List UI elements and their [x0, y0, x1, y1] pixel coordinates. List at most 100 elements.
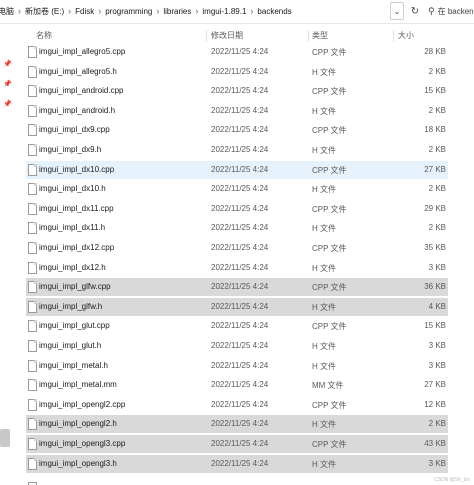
file-row[interactable]: imgui_impl_glut.h 2022/11/25 4:24 H 文件 3 KB: [26, 337, 448, 355]
file-row[interactable]: imgui_impl_metal.mm 2022/11/25 4:24 MM 文件 2…: [26, 376, 448, 394]
file-icon: [28, 65, 37, 78]
chevron-right-icon[interactable]: ›: [66, 6, 73, 16]
file-name: imgui_impl_opengl2.cpp: [39, 399, 126, 409]
file-name: imgui_impl_android.cpp: [39, 86, 124, 96]
file-name: imgui_impl_dx12.cpp: [39, 243, 115, 252]
list-item[interactable]: [26, 480, 448, 485]
file-date: 2022/11/25 4:24: [211, 243, 269, 252]
file-row[interactable]: imgui_impl_dx11.h 2022/11/25 4:24 H 文件 2 KB: [26, 219, 448, 237]
file-size: 2 KB: [428, 419, 446, 429]
file-row[interactable]: imgui_impl_android.cpp 2022/11/25 4:24 CPP…: [26, 82, 448, 100]
file-size: 2 KB: [428, 66, 446, 76]
file-icon: [28, 222, 37, 235]
file-name: imgui_impl_allegro5.cpp: [39, 47, 126, 56]
file-row[interactable]: imgui_impl_dx12.cpp 2022/11/25 4:24 CPP 文件…: [26, 239, 448, 257]
file-row[interactable]: imgui_impl_allegro5.h 2022/11/25 4:24 H 文件…: [26, 63, 448, 81]
file-row[interactable]: imgui_impl_dx12.h 2022/11/25 4:24 H 文件 3 KB: [26, 259, 448, 277]
file-icon: [28, 85, 37, 98]
chevron-right-icon[interactable]: ›: [193, 6, 200, 16]
breadcrumb-item[interactable]: imgui-1.89.1: [200, 7, 248, 16]
chevron-right-icon[interactable]: ›: [154, 6, 161, 16]
file-name: imgui_impl_dx10.cpp: [39, 164, 115, 174]
column-date[interactable]: 修改日期: [211, 30, 243, 41]
file-row[interactable]: imgui_impl_dx10.cpp 2022/11/25 4:24 CPP 文件…: [26, 160, 448, 179]
pin-icon[interactable]: 📌: [3, 100, 12, 108]
file-icon: [28, 457, 37, 470]
column-divider[interactable]: [393, 30, 394, 42]
column-divider[interactable]: [206, 30, 207, 42]
file-row[interactable]: imgui_impl_opengl2.h 2022/11/25 4:24 H 文件 2…: [26, 415, 448, 434]
navigation-pane[interactable]: 📌 📌 📌: [0, 24, 14, 485]
file-row[interactable]: imgui_impl_opengl2.cpp 2022/11/25 4:24 CPP…: [26, 396, 448, 414]
file-type: H 文件: [312, 361, 336, 371]
file-icon: [28, 320, 37, 333]
file-size: 3 KB: [428, 262, 446, 272]
file-size: 36 KB: [424, 282, 446, 292]
breadcrumb-item[interactable]: Fdisk: [73, 7, 96, 16]
address-bar[interactable]: 此电脑›新加卷 (E:)›Fdisk›programming›libraries…: [0, 0, 474, 24]
file-row[interactable]: imgui_impl_dx10.h 2022/11/25 4:24 H 文件 2 KB: [26, 180, 448, 198]
file-row[interactable]: imgui_impl_metal.h 2022/11/25 4:24 H 文件 3 K…: [26, 357, 448, 375]
file-type: CPP 文件: [312, 87, 347, 97]
search-placeholder: 在 backends: [437, 6, 474, 16]
file-type: CPP 文件: [312, 440, 347, 449]
file-row[interactable]: imgui_impl_dx11.cpp 2022/11/25 4:24 CPP 文件…: [26, 200, 448, 218]
file-type: H 文件: [312, 459, 336, 469]
file-size: 3 KB: [428, 360, 446, 370]
column-size[interactable]: 大小: [398, 30, 414, 41]
chevron-right-icon[interactable]: ›: [16, 6, 23, 16]
file-row[interactable]: imgui_impl_glfw.cpp 2022/11/25 4:24 CPP 文件…: [26, 278, 448, 297]
file-date: 2022/11/25 4:24: [211, 439, 269, 448]
file-date: 2022/11/25 4:24: [211, 86, 269, 96]
file-size: 28 KB: [424, 47, 446, 56]
breadcrumb-item[interactable]: backends: [255, 7, 293, 16]
file-icon: [28, 379, 37, 392]
pin-icon[interactable]: 📌: [3, 60, 12, 68]
nav-scrollbar-thumb[interactable]: [0, 429, 10, 447]
chevron-right-icon[interactable]: ›: [96, 6, 103, 16]
file-type: H 文件: [312, 342, 336, 351]
file-row[interactable]: imgui_impl_dx9.cpp 2022/11/25 4:24 CPP 文件 1…: [26, 121, 448, 139]
file-date: 2022/11/25 4:24: [211, 125, 269, 135]
breadcrumb-item[interactable]: 新加卷 (E:): [23, 6, 66, 17]
file-name: imgui_impl_dx10.h: [39, 184, 106, 194]
chevron-right-icon[interactable]: ›: [248, 6, 255, 16]
file-row[interactable]: imgui_impl_opengl3.cpp 2022/11/25 4:24 CPP…: [26, 435, 448, 453]
file-icon: [28, 144, 37, 156]
file-size: 29 KB: [424, 203, 446, 213]
file-row[interactable]: imgui_impl_glut.cpp 2022/11/25 4:24 CPP 文件…: [26, 317, 448, 335]
breadcrumb-item[interactable]: libraries: [161, 7, 193, 16]
file-row[interactable]: imgui_impl_opengl3.h 2022/11/25 4:24 H 文件 3…: [26, 454, 448, 473]
file-date: 2022/11/25 4:24: [211, 184, 269, 194]
file-type: CPP 文件: [312, 283, 347, 293]
file-size: 12 KB: [424, 399, 446, 409]
file-row[interactable]: imgui_impl_android.h 2022/11/25 4:24 H 文件 2…: [26, 102, 448, 120]
file-icon: [28, 46, 37, 58]
file-size: 2 KB: [428, 145, 446, 154]
file-name: imgui_impl_opengl2.h: [39, 419, 117, 429]
file-row[interactable]: imgui_impl_dx9.h 2022/11/25 4:24 H 文件 2 KB: [26, 141, 448, 159]
refresh-button[interactable]: ↻: [408, 2, 422, 20]
file-size: 2 KB: [428, 105, 446, 115]
column-name[interactable]: 名称: [36, 30, 52, 41]
address-history-button[interactable]: ⌄: [390, 2, 404, 20]
column-type[interactable]: 类型: [312, 30, 328, 41]
file-icon: [28, 183, 37, 196]
file-date: 2022/11/25 4:24: [211, 223, 269, 233]
pin-icon[interactable]: 📌: [3, 80, 12, 88]
search-box[interactable]: ⚲ 在 backends: [426, 2, 474, 20]
file-icon: [28, 398, 37, 411]
file-date: 2022/11/25 4:24: [211, 47, 269, 56]
file-date: 2022/11/25 4:24: [211, 399, 269, 409]
file-date: 2022/11/25 4:24: [211, 66, 269, 76]
file-name: imgui_impl_glut.cpp: [39, 321, 110, 331]
breadcrumb-item[interactable]: 此电脑: [0, 6, 16, 17]
file-size: 18 KB: [424, 125, 446, 135]
file-row[interactable]: imgui_impl_allegro5.cpp 2022/11/25 4:24 CP…: [26, 43, 448, 61]
column-divider[interactable]: [308, 30, 309, 42]
refresh-icon: ↻: [410, 5, 420, 17]
file-name: imgui_impl_opengl3.cpp: [39, 439, 126, 448]
file-type: CPP 文件: [312, 400, 347, 410]
breadcrumb-item[interactable]: programming: [103, 7, 154, 16]
file-row[interactable]: imgui_impl_glfw.h 2022/11/25 4:24 H 文件 4 KB: [26, 297, 448, 316]
